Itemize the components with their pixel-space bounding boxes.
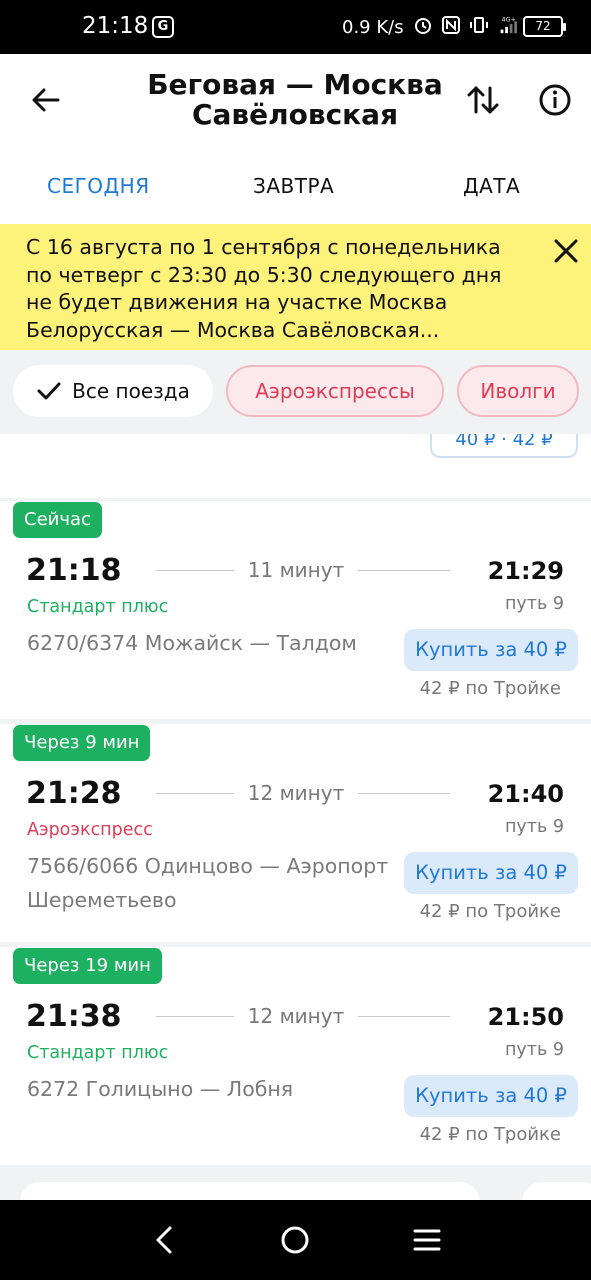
train-card[interactable]: Через 9 мин 21:28 12 минут 21:40 Аэроэкс…: [0, 724, 591, 942]
time-until-badge: Через 19 мин: [13, 948, 162, 984]
divider: [156, 570, 234, 571]
troika-price: 42 ₽ по Тройке: [419, 1124, 561, 1145]
train-card[interactable]: Через 19 мин 21:38 12 минут 21:50 Станда…: [0, 947, 591, 1165]
close-icon: [554, 239, 578, 263]
info-button[interactable]: [537, 82, 573, 118]
alert-banner[interactable]: С 16 августа по 1 сентября с понедельник…: [0, 224, 591, 350]
track-number: путь 9: [504, 817, 564, 837]
filter-ivolgi-label: Иволги: [480, 379, 556, 403]
next-section-peek: [0, 1168, 591, 1200]
previous-price-button[interactable]: 40 ₽ · 42 ₽: [430, 434, 578, 458]
status-bar: 21:18 G 0.9 K/s 4G+ 72: [0, 0, 591, 54]
arrival-time: 21:29: [487, 557, 564, 585]
nav-home-button[interactable]: [275, 1220, 315, 1260]
network-speed: 0.9 K/s: [342, 17, 404, 38]
trip-duration: 12 минут: [247, 781, 345, 805]
swap-direction-button[interactable]: [465, 82, 501, 118]
nav-back-icon: [156, 1226, 172, 1254]
battery-level: 72: [535, 19, 551, 33]
divider: [358, 1016, 450, 1017]
divider: [156, 1016, 234, 1017]
train-type: Стандарт плюс: [27, 1043, 169, 1063]
status-time: 21:18: [82, 13, 149, 39]
train-list[interactable]: 40 ₽ · 42 ₽ Сейчас 21:18 11 минут 21:29 …: [0, 434, 591, 1200]
arrival-time: 21:40: [487, 780, 564, 808]
checkmark-icon: [37, 382, 61, 400]
app-header: Беговая — Москва Савёловская СЕГОДНЯ ЗАВ…: [0, 54, 591, 224]
tab-date[interactable]: ДАТА: [463, 174, 520, 198]
nav-home-icon: [281, 1226, 309, 1254]
peek-card[interactable]: [522, 1182, 591, 1200]
tab-tomorrow[interactable]: ЗАВТРА: [253, 174, 334, 198]
departure-time: 21:38: [26, 999, 122, 1034]
signal-icon: 4G+: [497, 14, 517, 36]
tab-today[interactable]: СЕГОДНЯ: [47, 174, 150, 198]
train-route: 6270/6374 Можайск — Талдом: [27, 631, 357, 655]
arrow-left-icon: [32, 88, 60, 112]
divider: [358, 570, 450, 571]
nav-menu-button[interactable]: [407, 1220, 447, 1260]
divider: [358, 793, 450, 794]
buy-ticket-button[interactable]: Купить за 40 ₽: [404, 1075, 578, 1117]
filter-ivolgi[interactable]: Иволги: [457, 365, 579, 417]
divider: [156, 793, 234, 794]
page-title: Беговая — Москва Савёловская: [110, 70, 480, 130]
nav-menu-icon: [413, 1229, 441, 1251]
train-type: Аэроэкспресс: [27, 820, 153, 840]
system-navigation-bar: [0, 1200, 591, 1280]
info-icon: [539, 84, 571, 116]
filter-aeroexpress[interactable]: Аэроэкспрессы: [226, 365, 444, 417]
date-tabs: СЕГОДНЯ ЗАВТРА ДАТА: [0, 164, 591, 208]
swap-arrows-icon: [467, 86, 499, 114]
title-line-1: Беговая — Москва: [147, 68, 443, 101]
train-type: Стандарт плюс: [27, 597, 169, 617]
train-card[interactable]: Сейчас 21:18 11 минут 21:29 Стандарт плю…: [0, 501, 591, 719]
nav-back-button[interactable]: [144, 1220, 184, 1260]
title-line-2: Савёловская: [191, 98, 399, 131]
arrival-time: 21:50: [487, 1003, 564, 1031]
buy-ticket-button[interactable]: Купить за 40 ₽: [404, 629, 578, 671]
trip-duration: 11 минут: [247, 558, 345, 582]
train-route: 7566/6066 Одинцово — Аэропорт Шереметьев…: [27, 854, 389, 912]
peek-card[interactable]: [20, 1182, 480, 1200]
track-number: путь 9: [504, 1040, 564, 1060]
buy-ticket-button[interactable]: Купить за 40 ₽: [404, 852, 578, 894]
vibrate-icon: [469, 14, 489, 36]
status-icons: 4G+: [413, 14, 517, 36]
app-notification-icon: G: [152, 16, 174, 38]
troika-price: 42 ₽ по Тройке: [419, 901, 561, 922]
alert-banner-text: С 16 августа по 1 сентября с понедельник…: [26, 235, 502, 342]
back-button[interactable]: [28, 82, 64, 118]
previous-train-card[interactable]: 40 ₽ · 42 ₽: [0, 434, 591, 498]
filter-aeroexpress-label: Аэроэкспрессы: [255, 379, 415, 403]
filter-all-trains[interactable]: Все поезда: [13, 365, 213, 417]
network-type: 4G+: [502, 16, 516, 23]
filter-all-label: Все поезда: [72, 379, 190, 403]
departure-time: 21:28: [26, 776, 122, 811]
nfc-icon: [441, 14, 461, 36]
trip-duration: 12 минут: [247, 1004, 345, 1028]
battery-icon: 72: [523, 16, 566, 37]
time-until-badge: Сейчас: [13, 502, 102, 538]
train-filters: Все поезда Аэроэкспрессы Иволги: [0, 350, 591, 434]
track-number: путь 9: [504, 594, 564, 614]
departure-time: 21:18: [26, 553, 122, 588]
time-until-badge: Через 9 мин: [13, 725, 151, 761]
close-banner-button[interactable]: [549, 234, 583, 268]
troika-price: 42 ₽ по Тройке: [419, 678, 561, 699]
train-route: 6272 Голицыно — Лобня: [27, 1077, 294, 1101]
alarm-icon: [413, 14, 433, 36]
